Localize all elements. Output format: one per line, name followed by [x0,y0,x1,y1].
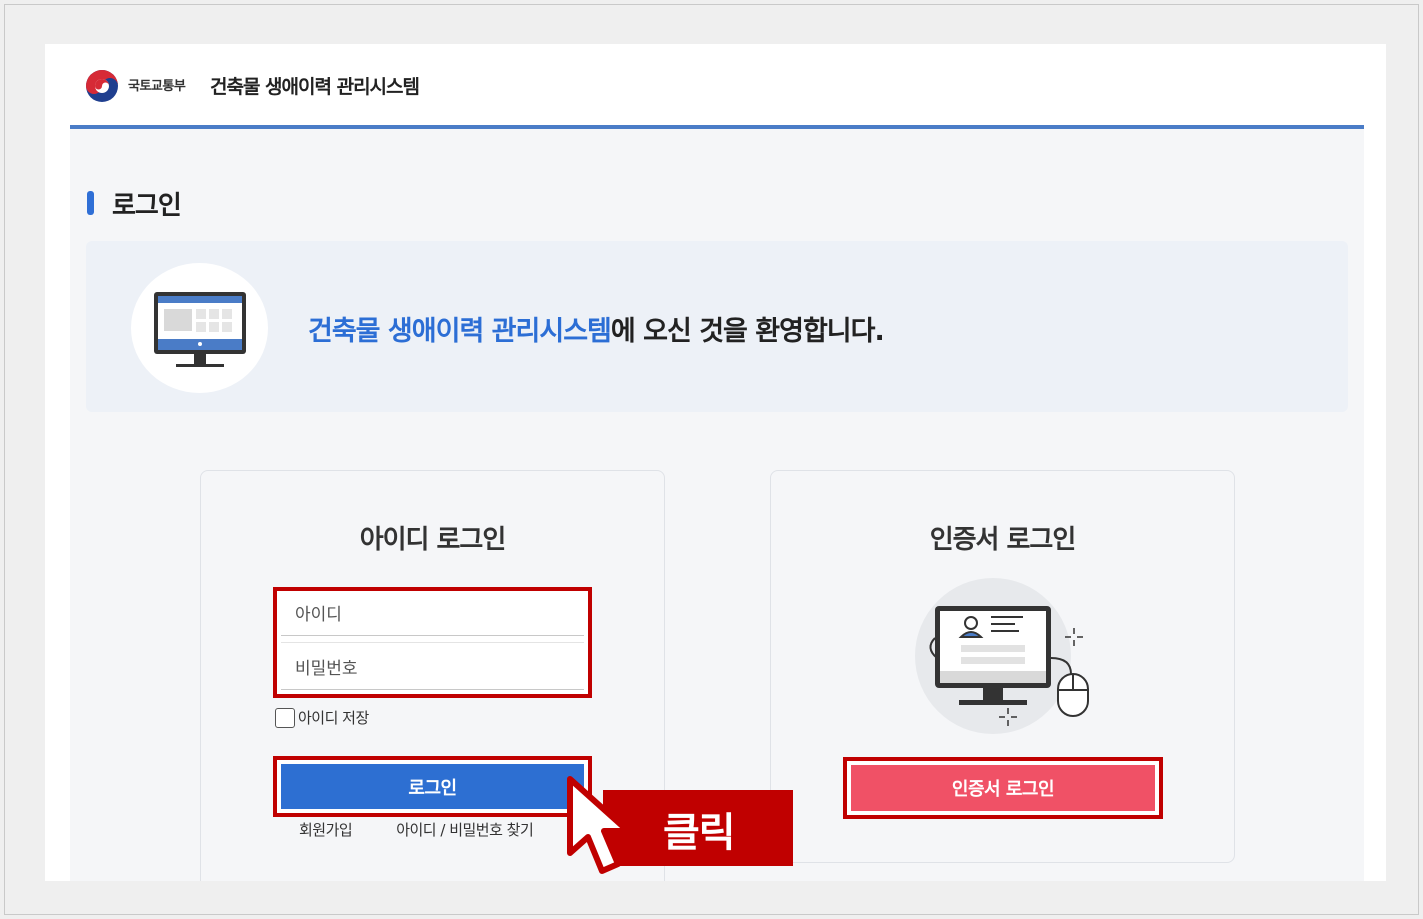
credentials-highlight-box [273,587,592,698]
cert-login-button[interactable]: 인증서 로그인 [851,765,1155,811]
account-links: 회원가입 아이디 / 비밀번호 찾기 [299,819,534,840]
login-button[interactable]: 로그인 [281,764,584,809]
certificate-monitor-icon [915,578,1089,734]
cert-login-title: 인증서 로그인 [929,525,1077,555]
main-content: 로그인 건축물 생애이력 관리시스템에 오신 것을 환영합니다. 아이디 로그인… [70,129,1364,881]
remember-id-checkbox[interactable] [275,707,295,728]
find-account-link[interactable]: 아이디 / 비밀번호 찾기 [396,821,534,839]
remember-id-label[interactable]: 아이디 저장 [298,707,369,728]
welcome-rest: 에 오신 것을 환영합니다. [610,316,885,347]
login-button-highlight: 로그인 [273,756,592,817]
system-title[interactable]: 건축물 생애이력 관리시스템 [210,72,420,99]
ministry-name: 국토교통부 [128,79,186,94]
input-divider [281,642,584,643]
page-title: 로그인 [112,191,182,221]
remember-id[interactable]: 아이디 저장 [275,707,369,728]
id-input[interactable] [281,594,584,636]
click-label: 클릭 [663,810,736,856]
id-login-title: 아이디 로그인 [359,525,507,555]
monitor-icon [131,263,268,393]
site-header: 국토교통부 건축물 생애이력 관리시스템 [45,44,1386,129]
password-input[interactable] [281,648,584,690]
screenshot-frame: 국토교통부 건축물 생애이력 관리시스템 로그인 건축물 생애이력 관리시스템에… [4,4,1419,915]
welcome-banner: 건축물 생애이력 관리시스템에 오신 것을 환영합니다. [86,241,1348,412]
mouse-pointer-icon [567,776,631,874]
signup-link[interactable]: 회원가입 [299,821,353,839]
section-marker [87,191,94,215]
government-emblem-icon[interactable] [85,69,119,103]
browser-window: 국토교통부 건축물 생애이력 관리시스템 로그인 건축물 생애이력 관리시스템에… [45,44,1386,881]
cert-button-highlight: 인증서 로그인 [843,757,1163,819]
welcome-message: 건축물 생애이력 관리시스템에 오신 것을 환영합니다. [308,309,885,348]
cert-login-card: 인증서 로그인 인증서 로그인 [770,470,1235,863]
welcome-highlight: 건축물 생애이력 관리시스템 [308,316,612,347]
